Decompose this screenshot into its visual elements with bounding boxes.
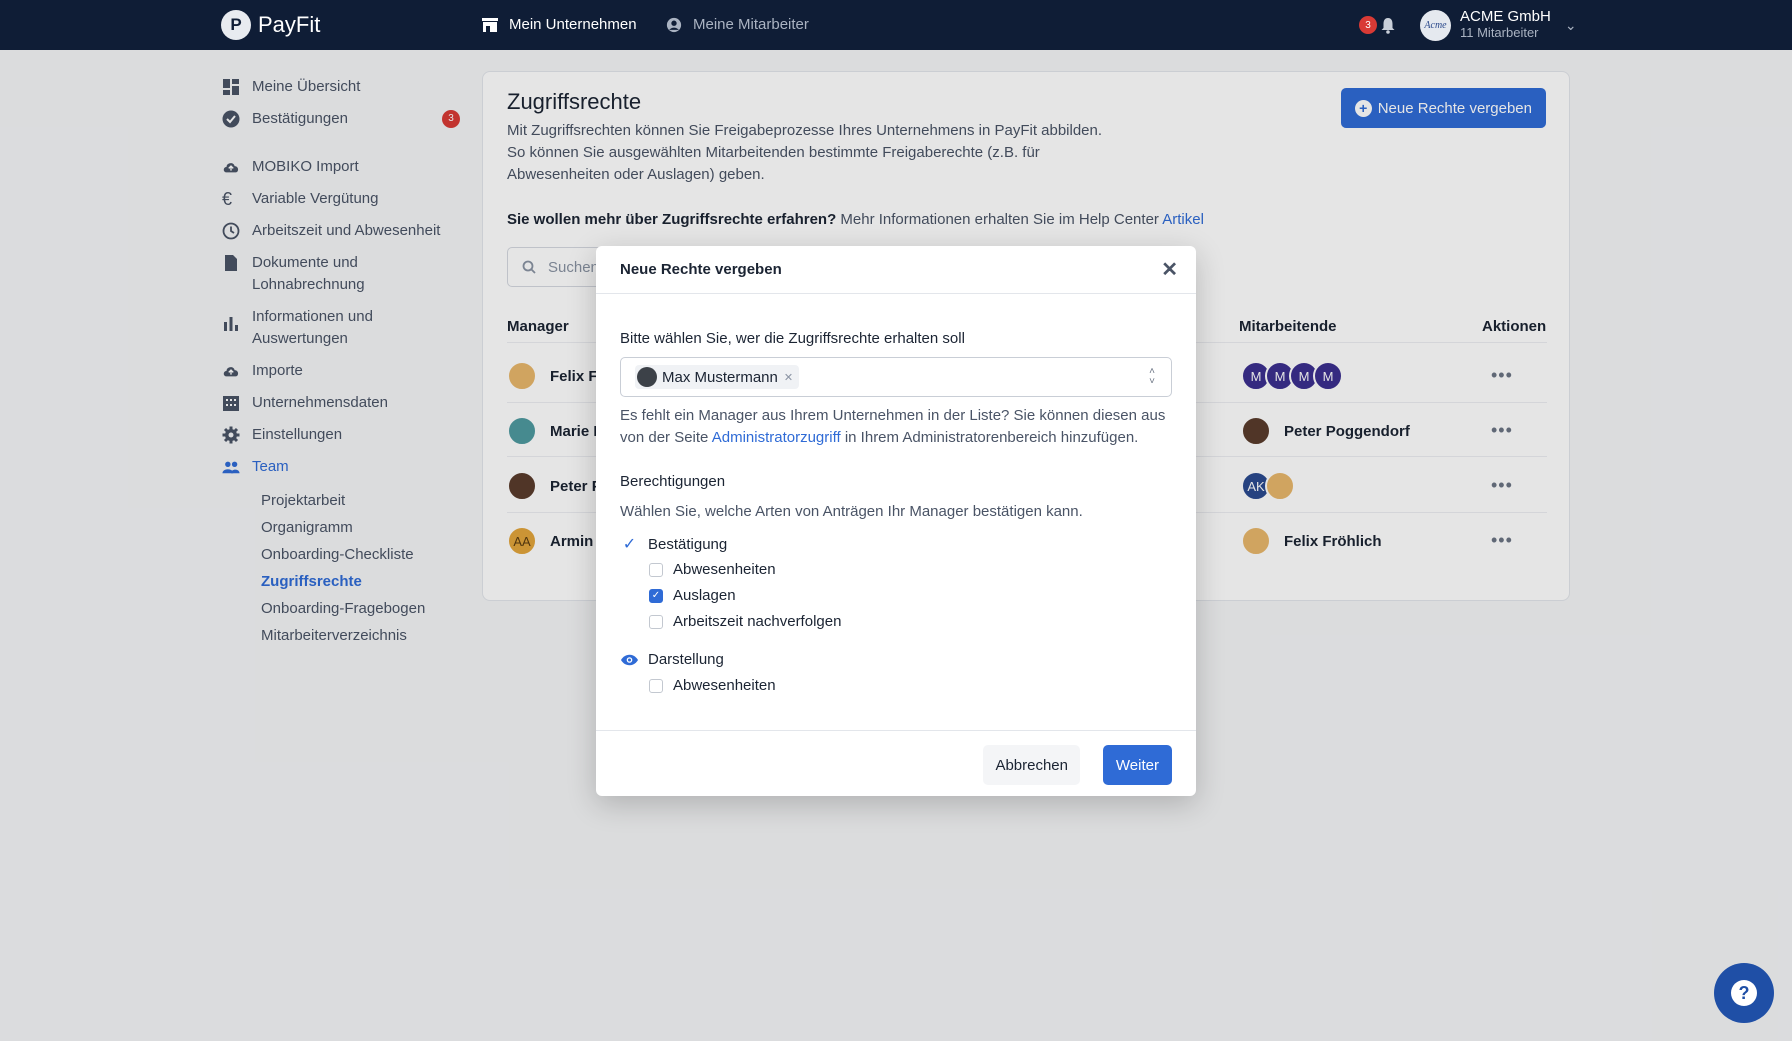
checkbox-label: Auslagen [673, 587, 736, 604]
option-darstellung-abwesenheiten[interactable]: Abwesenheiten [649, 677, 776, 694]
user-circle-icon [666, 17, 682, 32]
help-button[interactable]: ? [1714, 963, 1774, 1023]
permissions-title: Berechtigungen [620, 473, 726, 490]
bell-icon [1381, 17, 1395, 34]
checkbox[interactable] [649, 678, 663, 693]
cancel-button[interactable]: Abbrechen [983, 745, 1080, 785]
checkbox-label: Arbeitszeit nachverfolgen [673, 613, 842, 630]
permissions-description: Wählen Sie, welche Arten von Anträgen Ih… [620, 503, 1083, 520]
checkbox[interactable] [649, 562, 663, 577]
option-bestaetigung-arbeitszeit[interactable]: Arbeitszeit nachverfolgen [649, 613, 841, 630]
eye-icon [621, 654, 638, 665]
selected-manager-chip: Max Mustermann ✕ [635, 365, 800, 389]
top-navigation: P PayFit Mein Unternehmen Meine Mitarbei… [0, 0, 1792, 50]
check-icon: ✓ [622, 536, 637, 553]
nav-label: Meine Mitarbeiter [693, 16, 809, 33]
checkbox-label: Abwesenheiten [673, 677, 776, 694]
checkbox[interactable] [649, 614, 663, 629]
group-label: Bestätigung [648, 535, 728, 553]
select-arrows-icon: ˄ ˅ [1149, 366, 1155, 387]
modal-header: Neue Rechte vergeben ✕ [596, 246, 1196, 294]
nav-meine-mitarbeiter[interactable]: Meine Mitarbeiter [665, 16, 809, 33]
store-icon [482, 17, 498, 32]
nav-mein-unternehmen[interactable]: Mein Unternehmen [481, 16, 637, 33]
new-rights-modal: Neue Rechte vergeben ✕ Bitte wählen Sie,… [596, 246, 1196, 796]
hint-text: in Ihrem Administratorenbereich hinzufüg… [840, 429, 1139, 446]
remove-chip-icon[interactable]: ✕ [784, 371, 793, 384]
help-question-icon: ? [1731, 980, 1757, 1006]
group-darstellung: Darstellung [620, 651, 724, 668]
manager-select[interactable]: Max Mustermann ✕ ˄ ˅ [620, 357, 1172, 397]
company-logo: Acme [1420, 9, 1451, 41]
company-switcher[interactable]: Acme ACME GmbH 11 Mitarbeiter ⌄ [1420, 9, 1577, 41]
option-bestaetigung-auslagen[interactable]: ✓ Auslagen [649, 587, 736, 604]
group-label: Darstellung [648, 651, 724, 668]
select-manager-label: Bitte wählen Sie, wer die Zugriffsrechte… [620, 330, 965, 347]
missing-manager-hint: Es fehlt ein Manager aus Ihrem Unternehm… [620, 405, 1172, 449]
next-button[interactable]: Weiter [1102, 745, 1172, 785]
brand-name: PayFit [258, 12, 321, 37]
nav-label: Mein Unternehmen [509, 16, 637, 33]
avatar [637, 367, 657, 387]
company-name: ACME GmbH [1460, 8, 1551, 25]
admin-access-link[interactable]: Administratorzugriff [712, 429, 841, 446]
checkbox[interactable]: ✓ [649, 588, 663, 603]
payfit-logo[interactable]: P PayFit [221, 10, 320, 40]
close-icon[interactable]: ✕ [1161, 260, 1178, 280]
modal-title: Neue Rechte vergeben [620, 261, 782, 278]
group-bestaetigung: ✓ Bestätigung [620, 534, 727, 554]
checkbox-label: Abwesenheiten [673, 561, 776, 578]
option-bestaetigung-abwesenheiten[interactable]: Abwesenheiten [649, 561, 776, 578]
notification-count-badge: 3 [1359, 16, 1377, 34]
payfit-logo-icon: P [221, 10, 251, 40]
company-employee-count: 11 Mitarbeiter [1460, 25, 1539, 40]
notifications[interactable]: 3 [1359, 16, 1396, 34]
modal-footer: Abbrechen Weiter [596, 730, 1196, 796]
chip-label: Max Mustermann [662, 368, 778, 386]
chevron-down-icon: ⌄ [1564, 16, 1577, 33]
